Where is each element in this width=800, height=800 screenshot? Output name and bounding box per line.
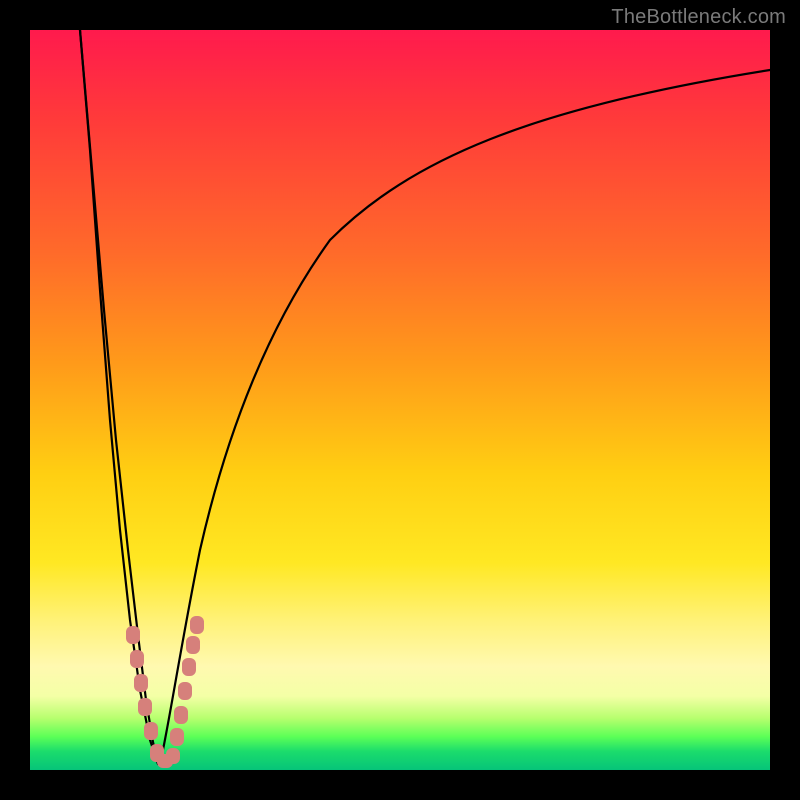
curve-left: [80, 30, 158, 764]
bottleneck-curve: [30, 30, 770, 770]
curve-right: [160, 70, 770, 764]
plot-area: [30, 30, 770, 770]
watermark-text: TheBottleneck.com: [611, 6, 786, 29]
chart-frame: TheBottleneck.com: [0, 0, 800, 800]
curve-left-branch: [80, 30, 158, 764]
